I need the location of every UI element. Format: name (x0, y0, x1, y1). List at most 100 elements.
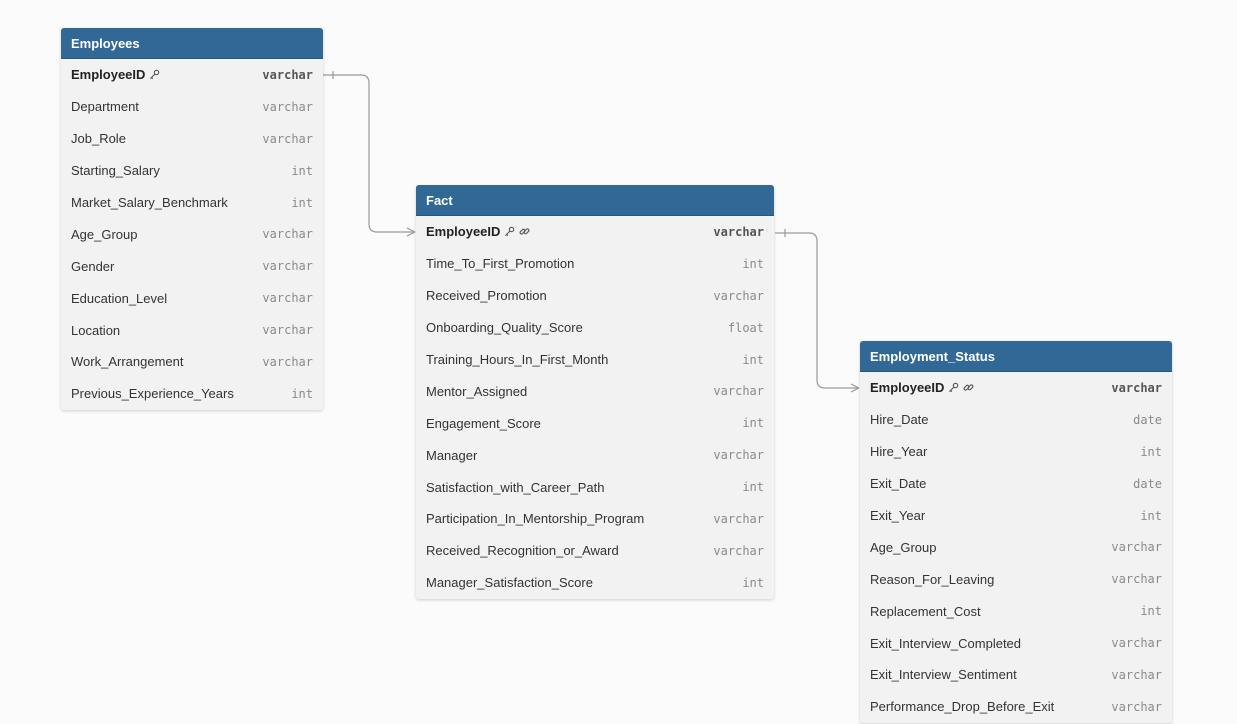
field-type: varchar (713, 384, 764, 399)
field-row[interactable]: Exit_Year int (860, 500, 1172, 532)
field-name: Previous_Experience_Years (71, 386, 234, 401)
field-row[interactable]: Age_Group varchar (61, 218, 323, 250)
link-icon (963, 382, 974, 393)
field-name-text: Hire_Year (870, 444, 928, 460)
table-employees[interactable]: Employees EmployeeID varchar Department var… (61, 28, 323, 410)
diagram-canvas[interactable]: Employees EmployeeID varchar Department var… (0, 0, 1237, 724)
relationship-fact-employment-status[interactable] (775, 229, 860, 393)
field-name: Work_Arrangement (71, 354, 183, 369)
field-name-text: EmployeeID (870, 380, 945, 396)
field-type: varchar (262, 227, 313, 242)
field-row[interactable]: Received_Promotion varchar (416, 280, 774, 312)
field-type: varchar (713, 511, 764, 526)
field-row[interactable]: Performance_Drop_Before_Exit varchar (860, 691, 1172, 723)
field-row[interactable]: Reason_For_Leaving varchar (860, 563, 1172, 595)
field-type: varchar (1111, 667, 1162, 682)
field-row[interactable]: Hire_Date date (860, 404, 1172, 436)
field-row[interactable]: Age_Group varchar (860, 531, 1172, 563)
field-name-text: Participation_In_Mentorship_Program (426, 511, 645, 527)
field-row[interactable]: Time_To_First_Promotion int (416, 248, 774, 280)
field-name-text: Age_Group (71, 226, 138, 242)
field-row[interactable]: Market_Salary_Benchmark int (61, 187, 323, 219)
field-name-text: Age_Group (870, 539, 937, 555)
field-row[interactable]: Hire_Year int (860, 436, 1172, 468)
field-type: int (291, 386, 313, 401)
field-name-text: Satisfaction_with_Career_Path (426, 479, 605, 495)
field-name: Exit_Date (870, 476, 926, 491)
field-type: varchar (262, 131, 313, 146)
field-type: int (1140, 508, 1162, 523)
field-row[interactable]: Manager varchar (416, 439, 774, 471)
field-name-text: Manager (426, 447, 478, 463)
field-name: Starting_Salary (71, 163, 160, 178)
field-row[interactable]: Exit_Interview_Completed varchar (860, 627, 1172, 659)
table-employment-status[interactable]: Employment_Status EmployeeID varchar Hire_… (860, 341, 1172, 723)
field-row[interactable]: Exit_Date date (860, 468, 1172, 500)
field-name-text: Previous_Experience_Years (71, 386, 234, 402)
field-type: int (742, 575, 764, 590)
field-row[interactable]: Replacement_Cost int (860, 595, 1172, 627)
field-type: varchar (713, 448, 764, 463)
field-name: Time_To_First_Promotion (426, 256, 574, 271)
field-row[interactable]: Received_Recognition_or_Award varchar (416, 535, 774, 567)
field-type: int (742, 416, 764, 431)
field-type: date (1133, 476, 1162, 491)
field-name: Performance_Drop_Before_Exit (870, 699, 1054, 714)
field-name-text: Exit_Date (870, 476, 927, 492)
table-header[interactable]: Employees (61, 28, 323, 59)
field-name: Received_Promotion (426, 288, 547, 303)
field-type: date (1133, 412, 1162, 427)
field-row[interactable]: Job_Role varchar (61, 123, 323, 155)
field-name-text: EmployeeID (426, 224, 501, 240)
field-row[interactable]: EmployeeID varchar (416, 216, 774, 248)
field-name-text: Hire_Date (870, 412, 929, 428)
field-type: varchar (1111, 380, 1162, 395)
field-name: Location (71, 323, 120, 338)
field-row[interactable]: Starting_Salary int (61, 155, 323, 187)
field-row[interactable]: Location varchar (61, 314, 323, 346)
table-fact[interactable]: Fact EmployeeID varchar Time_To_First_Prom… (416, 185, 774, 599)
field-name-text: Exit_Interview_Sentiment (870, 667, 1017, 683)
field-name: Received_Recognition_or_Award (426, 543, 619, 558)
field-name: Age_Group (870, 540, 937, 555)
field-row[interactable]: EmployeeID varchar (860, 372, 1172, 404)
field-row[interactable]: Gender varchar (61, 250, 323, 282)
field-row[interactable]: Manager_Satisfaction_Score int (416, 567, 774, 599)
field-name: Age_Group (71, 227, 138, 242)
field-name-text: Performance_Drop_Before_Exit (870, 699, 1055, 715)
field-type: varchar (262, 99, 313, 114)
field-type: varchar (713, 224, 764, 239)
field-row[interactable]: Training_Hours_In_First_Month int (416, 344, 774, 376)
field-name: Reason_For_Leaving (870, 572, 994, 587)
field-type: int (1140, 604, 1162, 619)
table-header[interactable]: Employment_Status (860, 341, 1172, 372)
field-type: varchar (262, 323, 313, 338)
field-row[interactable]: EmployeeID varchar (61, 59, 323, 91)
field-row[interactable]: Participation_In_Mentorship_Program varch… (416, 503, 774, 535)
field-type: varchar (1111, 636, 1162, 651)
field-name: Participation_In_Mentorship_Program (426, 511, 644, 526)
key-icon (504, 226, 515, 237)
field-name-text: Education_Level (71, 290, 168, 306)
field-name-text: Training_Hours_In_First_Month (426, 352, 609, 367)
field-row[interactable]: Engagement_Score int (416, 407, 774, 439)
field-row[interactable]: Satisfaction_with_Career_Path int (416, 471, 774, 503)
field-name: Exit_Interview_Sentiment (870, 667, 1017, 682)
field-name: Education_Level (71, 291, 167, 306)
field-row[interactable]: Exit_Interview_Sentiment varchar (860, 659, 1172, 691)
field-row[interactable]: Education_Level varchar (61, 282, 323, 314)
field-row[interactable]: Mentor_Assigned varchar (416, 375, 774, 407)
table-header[interactable]: Fact (416, 185, 774, 216)
field-name: Training_Hours_In_First_Month (426, 352, 608, 367)
field-type: int (742, 352, 764, 367)
field-row[interactable]: Department varchar (61, 91, 323, 123)
key-icon (948, 382, 959, 393)
field-type: float (727, 320, 764, 335)
field-name-text: Engagement_Score (426, 415, 541, 431)
field-name: Hire_Year (870, 444, 927, 459)
field-row[interactable]: Work_Arrangement varchar (61, 346, 323, 378)
field-row[interactable]: Onboarding_Quality_Score float (416, 312, 774, 344)
field-name: Replacement_Cost (870, 604, 981, 619)
relationship-employees-fact[interactable] (323, 71, 416, 237)
field-row[interactable]: Previous_Experience_Years int (61, 378, 323, 410)
